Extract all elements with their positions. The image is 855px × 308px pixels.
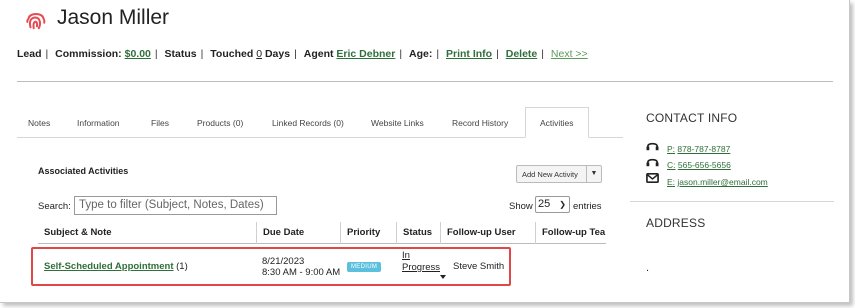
tab-activities[interactable]: Activities — [525, 107, 589, 138]
col-status[interactable]: Status — [396, 222, 432, 244]
col-followup-user[interactable]: Follow-up User — [440, 222, 516, 244]
headset-icon — [646, 158, 659, 167]
show-label: Show — [509, 201, 533, 212]
email-line[interactable]: E: jason.miller@email.com — [667, 177, 768, 187]
touched-days-link[interactable]: 0 — [256, 48, 262, 60]
entries-select[interactable]: 25 ❯ — [535, 196, 570, 213]
record-window: Jason Miller Lead | Commission: $0.00 | St… — [0, 0, 850, 303]
col-priority[interactable]: Priority — [340, 222, 380, 244]
cell-number[interactable]: 565-656-5656 — [678, 160, 731, 170]
record-meta-bar: Lead | Commission: $0.00 | Status | Touched… — [17, 48, 588, 60]
agent-label: Agent — [303, 48, 334, 60]
headset-icon — [646, 142, 659, 151]
highlight-box — [31, 247, 511, 286]
commission-link[interactable]: $0.00 — [125, 48, 151, 60]
fingerprint-icon — [26, 13, 46, 30]
tab-information[interactable]: Information — [77, 108, 120, 138]
address-value: . — [646, 262, 650, 274]
col-subject[interactable]: Subject & Note — [44, 222, 112, 244]
commission-label: Commission: — [55, 48, 122, 60]
phone-line[interactable]: P: 878-787-8787 — [667, 144, 730, 154]
tab-website-links[interactable]: Website Links — [371, 108, 424, 138]
cell-line[interactable]: C: 565-656-5656 — [667, 160, 731, 170]
next-link[interactable]: Next >> — [551, 48, 588, 60]
contact-info-heading: CONTACT INFO — [646, 111, 738, 125]
delete-link[interactable]: Delete — [506, 48, 538, 60]
tab-notes[interactable]: Notes — [28, 108, 50, 138]
table-header: Subject & Note Due Date Priority Status … — [38, 222, 606, 244]
status-label: Status — [164, 48, 197, 60]
search-input[interactable]: Type to filter (Subject, Notes, Dates) — [74, 196, 277, 215]
col-followup-team[interactable]: Follow-up Tea — [535, 222, 605, 244]
phone-number[interactable]: 878-787-8787 — [677, 144, 730, 154]
cell-prefix: C: — [667, 160, 676, 170]
header-divider — [17, 81, 833, 82]
chevron-down-icon: ❯ — [559, 200, 566, 209]
lead-label: Lead — [17, 48, 42, 60]
tab-products[interactable]: Products (0) — [197, 108, 243, 138]
tab-linked-records[interactable]: Linked Records (0) — [272, 108, 344, 138]
envelope-icon — [646, 172, 659, 184]
caret-down-icon[interactable]: ▼ — [586, 166, 601, 182]
add-new-activity-button[interactable]: Add New Activity ▼ — [516, 165, 602, 183]
touched-unit: Days — [264, 48, 291, 60]
address-heading: ADDRESS — [646, 216, 706, 230]
entries-select-value: 25 — [538, 198, 551, 210]
tab-bar: Notes Information Files Products (0) Lin… — [17, 107, 623, 138]
search-label: Search: — [38, 201, 71, 212]
print-info-link[interactable]: Print Info — [446, 48, 492, 60]
agent-link[interactable]: Eric Debner — [336, 48, 395, 60]
tab-files[interactable]: Files — [151, 108, 169, 138]
tab-record-history[interactable]: Record History — [452, 108, 508, 138]
email-prefix: E: — [667, 177, 676, 187]
entries-label: entries — [573, 201, 602, 212]
age-label: Age: — [409, 48, 433, 60]
section-title: Associated Activities — [38, 166, 129, 176]
phone-prefix: P: — [667, 144, 676, 154]
col-due-date[interactable]: Due Date — [256, 222, 304, 244]
contact-divider — [630, 201, 834, 202]
touched-label: Touched — [210, 48, 254, 60]
add-new-activity-label: Add New Activity — [522, 170, 578, 179]
email-address[interactable]: jason.miller@email.com — [677, 177, 767, 187]
contact-name: Jason Miller — [57, 6, 170, 29]
